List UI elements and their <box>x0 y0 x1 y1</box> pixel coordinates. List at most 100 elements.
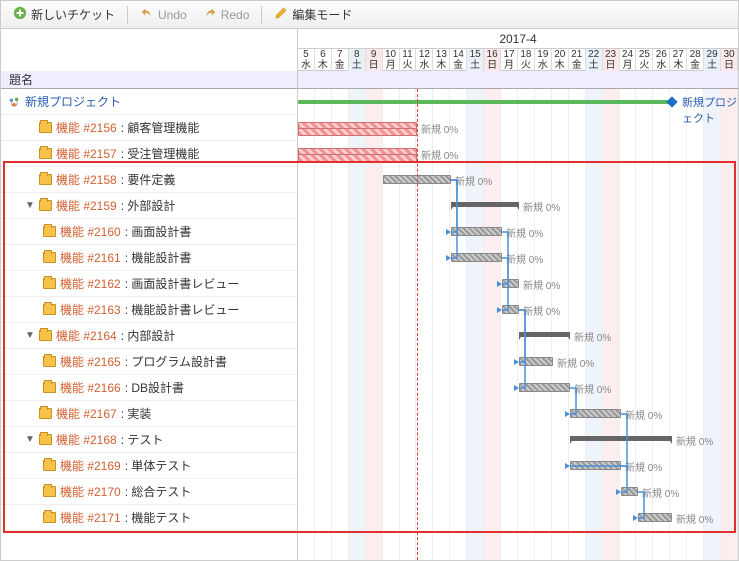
status-label: 新規 0% <box>574 381 611 396</box>
status-label: 新規 0% <box>455 173 492 188</box>
subject-header: 題名 <box>1 71 297 89</box>
day-row: 5水6木7金8土9日10月11火12水13木14金15土16日17月18火19水… <box>298 49 738 71</box>
gantt-bar[interactable] <box>502 305 519 314</box>
task-row-2170[interactable]: 機能 #2170: 総合テスト <box>1 479 297 505</box>
task-name: : 要件定義 <box>121 171 176 188</box>
redo-button[interactable]: Redo <box>197 4 256 25</box>
task-name: : 実装 <box>121 405 152 422</box>
task-row-2162[interactable]: 機能 #2162: 画面設計書レビュー <box>1 271 297 297</box>
gantt-row-2164: 新規 0% <box>298 323 738 349</box>
collapse-icon[interactable]: ▼ <box>25 434 35 445</box>
task-link[interactable]: 機能 #2162 <box>60 275 121 292</box>
task-name: : 受注管理機能 <box>121 145 200 162</box>
task-row-2156[interactable]: 機能 #2156: 顧客管理機能 <box>1 115 297 141</box>
gantt-row-2160: 新規 0% <box>298 219 738 245</box>
day-cell: 11火 <box>400 49 417 71</box>
undo-button[interactable]: Undo <box>134 4 193 25</box>
status-label: 新規 0% <box>421 121 458 136</box>
task-link[interactable]: 機能 #2165 <box>60 353 121 370</box>
task-link[interactable]: 機能 #2170 <box>60 483 121 500</box>
edit-mode-button[interactable]: 編集モード <box>268 4 358 25</box>
day-cell: 29土 <box>704 49 721 71</box>
gantt-bar[interactable] <box>570 409 621 418</box>
task-row-2168[interactable]: ▼機能 #2168: テスト <box>1 427 297 453</box>
task-link[interactable]: 機能 #2171 <box>60 509 121 526</box>
gantt-bar[interactable] <box>519 357 553 366</box>
project-name: 新規プロジェクト <box>25 93 121 110</box>
task-row-2161[interactable]: 機能 #2161: 機能設計書 <box>1 245 297 271</box>
gantt-bar[interactable] <box>502 279 519 288</box>
gantt-group-bar[interactable] <box>570 436 672 441</box>
gantt-bar[interactable] <box>298 128 417 136</box>
gantt-bar[interactable] <box>621 487 638 496</box>
task-link[interactable]: 機能 #2157 <box>56 145 117 162</box>
milestone-bar[interactable] <box>298 100 672 104</box>
task-name: : 画面設計書レビュー <box>125 275 240 292</box>
task-link[interactable]: 機能 #2161 <box>60 249 121 266</box>
project-icon <box>7 95 21 109</box>
milestone-diamond-icon <box>666 96 677 107</box>
gantt-bar[interactable] <box>638 513 672 522</box>
gantt-bar[interactable] <box>570 461 621 470</box>
gantt-group-bar[interactable] <box>519 332 570 337</box>
gantt-row-2171: 新規 0% <box>298 505 738 531</box>
task-row-2157[interactable]: 機能 #2157: 受注管理機能 <box>1 141 297 167</box>
status-label: 新規 0% <box>421 147 458 162</box>
task-row-2167[interactable]: 機能 #2167: 実装 <box>1 401 297 427</box>
task-link[interactable]: 機能 #2168 <box>56 431 117 448</box>
day-cell: 16日 <box>484 49 501 71</box>
gantt-panel: 2017-4 5水6木7金8土9日10月11火12水13木14金15土16日17… <box>298 29 738 560</box>
task-row-2165[interactable]: 機能 #2165: プログラム設計書 <box>1 349 297 375</box>
task-link[interactable]: 機能 #2169 <box>60 457 121 474</box>
gantt-bar[interactable] <box>451 227 502 236</box>
separator <box>261 6 262 24</box>
task-link[interactable]: 機能 #2156 <box>56 119 117 136</box>
gantt-bar[interactable] <box>519 383 570 392</box>
day-cell: 21金 <box>569 49 586 71</box>
subject-label: 題名 <box>9 71 33 88</box>
task-name: : 単体テスト <box>125 457 192 474</box>
status-label: 新規 0% <box>676 511 713 526</box>
task-name: : 顧客管理機能 <box>121 119 200 136</box>
task-row-2158[interactable]: 機能 #2158: 要件定義 <box>1 167 297 193</box>
undo-icon <box>140 6 154 23</box>
folder-icon <box>43 252 56 263</box>
task-row-2164[interactable]: ▼機能 #2164: 内部設計 <box>1 323 297 349</box>
task-row-2160[interactable]: 機能 #2160: 画面設計書 <box>1 219 297 245</box>
day-cell: 6木 <box>315 49 332 71</box>
gantt-group-bar[interactable] <box>451 202 519 207</box>
task-link[interactable]: 機能 #2164 <box>56 327 117 344</box>
gantt-bar[interactable] <box>451 253 502 262</box>
task-name: : プログラム設計書 <box>125 353 227 370</box>
task-rows: 新規プロジェクト 機能 #2156: 顧客管理機能機能 #2157: 受注管理機… <box>1 89 297 560</box>
day-cell: 18火 <box>518 49 535 71</box>
task-row-2171[interactable]: 機能 #2171: 機能テスト <box>1 505 297 531</box>
task-row-2166[interactable]: 機能 #2166: DB設計書 <box>1 375 297 401</box>
redo-label: Redo <box>221 8 250 22</box>
task-row-2163[interactable]: 機能 #2163: 機能設計書レビュー <box>1 297 297 323</box>
gantt-bar[interactable] <box>298 154 417 162</box>
task-link[interactable]: 機能 #2160 <box>60 223 121 240</box>
gantt-row-project: 新規プロジェクト <box>298 89 738 115</box>
task-link[interactable]: 機能 #2163 <box>60 301 121 318</box>
task-row-2169[interactable]: 機能 #2169: 単体テスト <box>1 453 297 479</box>
task-link[interactable]: 機能 #2159 <box>56 197 117 214</box>
day-cell: 13木 <box>433 49 450 71</box>
new-ticket-button[interactable]: 新しいチケット <box>7 4 121 25</box>
status-label: 新規 0% <box>557 355 594 370</box>
edit-mode-label: 編集モード <box>292 6 352 23</box>
task-list-panel: 題名 新規プロジェクト 機能 #2156: 顧客管理機能機能 #2157: 受注… <box>1 29 298 560</box>
task-link[interactable]: 機能 #2166 <box>60 379 121 396</box>
task-link[interactable]: 機能 #2167 <box>56 405 117 422</box>
collapse-icon[interactable]: ▼ <box>25 200 35 211</box>
task-row-2159[interactable]: ▼機能 #2159: 外部設計 <box>1 193 297 219</box>
status-label: 新規 0% <box>642 485 679 500</box>
folder-icon <box>43 226 56 237</box>
day-cell: 14金 <box>450 49 467 71</box>
task-link[interactable]: 機能 #2158 <box>56 171 117 188</box>
separator <box>127 6 128 24</box>
gantt-area[interactable]: 新規プロジェクト新規 0%新規 0%新規 0%新規 0%新規 0%新規 0%新規… <box>298 89 738 560</box>
gantt-header-spacer <box>298 71 738 89</box>
project-row[interactable]: 新規プロジェクト <box>1 89 297 115</box>
collapse-icon[interactable]: ▼ <box>25 330 35 341</box>
